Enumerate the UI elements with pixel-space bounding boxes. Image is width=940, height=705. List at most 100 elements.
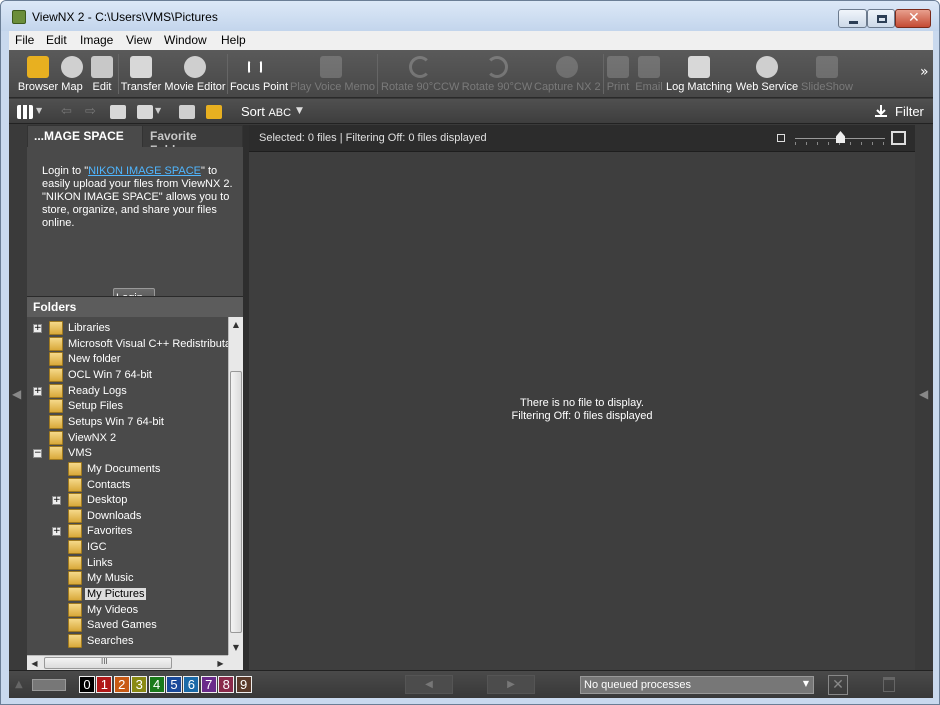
- queue-status: No queued processes: [584, 679, 692, 691]
- sort-button[interactable]: Sort ABC: [241, 104, 291, 119]
- expand-icon[interactable]: +: [52, 527, 61, 537]
- edit-button[interactable]: Edit: [88, 52, 116, 96]
- zoom-tick: [883, 142, 884, 145]
- grid-view-icon[interactable]: [17, 105, 33, 119]
- back-arrow-icon[interactable]: ⇦: [61, 104, 72, 119]
- capture-nx-icon: [556, 56, 578, 78]
- trash-icon[interactable]: [883, 677, 895, 692]
- maximize-button[interactable]: [867, 9, 895, 28]
- scroll-left-icon[interactable]: ◀: [27, 656, 42, 671]
- tree-item-label: OCL Win 7 64-bit: [68, 368, 152, 381]
- capture-nx2-button[interactable]: Capture NX 2: [534, 52, 601, 96]
- tree-vertical-scrollbar[interactable]: ▲ ▼: [228, 317, 243, 655]
- rating-filter-0[interactable]: 0: [79, 676, 95, 693]
- minimize-button[interactable]: [838, 9, 867, 28]
- folder-icon: [68, 461, 82, 476]
- expand-icon[interactable]: +: [33, 386, 42, 396]
- filter-button[interactable]: Filter: [895, 104, 924, 119]
- edit-icon: [91, 56, 113, 78]
- tree-item-label: Setup Files: [68, 400, 124, 413]
- menu-file[interactable]: File: [15, 33, 34, 47]
- view-dropdown-icon[interactable]: ▼: [36, 106, 42, 115]
- menu-image[interactable]: Image: [80, 33, 113, 47]
- expand-icon[interactable]: +: [52, 496, 61, 506]
- tree-item-label: Favorites: [87, 525, 133, 538]
- small-thumbnail-icon[interactable]: [777, 134, 785, 142]
- rating-filter-1[interactable]: 1: [96, 676, 113, 693]
- tab-favorite-folders[interactable]: Favorite Folders: [143, 126, 242, 157]
- cancel-queue-button[interactable]: ✕: [828, 675, 848, 695]
- envelope-icon: [638, 56, 660, 78]
- log-matching-button[interactable]: Log Matching: [666, 52, 732, 96]
- rating-filter-4[interactable]: 4: [148, 676, 165, 693]
- nikon-image-space-link[interactable]: NIKON IMAGE SPACE: [88, 165, 201, 177]
- globe-icon: [756, 56, 778, 78]
- print-button[interactable]: Print: [605, 52, 631, 96]
- image-space-login-box: Login to "NIKON IMAGE SPACE" to easily u…: [27, 147, 243, 308]
- scroll-down-icon[interactable]: ▼: [229, 640, 243, 655]
- rating-filter-2[interactable]: 2: [113, 676, 130, 693]
- tree-item-label: Saved Games: [87, 619, 157, 632]
- rating-filter-8[interactable]: 8: [218, 676, 235, 693]
- menu-view[interactable]: View: [126, 33, 152, 47]
- menu-window[interactable]: Window: [164, 33, 207, 47]
- navigation-panel: ...MAGE SPACE Favorite Folders Login to …: [27, 125, 243, 670]
- zoom-slider-thumb[interactable]: [836, 131, 845, 143]
- scroll-right-icon[interactable]: ▶: [213, 656, 228, 671]
- expand-up-icon[interactable]: ▲: [15, 679, 23, 690]
- scroll-thumb[interactable]: [230, 371, 242, 633]
- rating-filter-9[interactable]: 9: [235, 676, 252, 693]
- sort-dropdown-icon[interactable]: ▼: [296, 106, 303, 116]
- right-panel-toggle[interactable]: ◀: [915, 125, 933, 670]
- toolbar-overflow-button[interactable]: »: [920, 64, 929, 80]
- forward-arrow-icon[interactable]: ⇨: [85, 104, 96, 119]
- folder-icon: [68, 540, 82, 555]
- scroll-up-icon[interactable]: ▲: [229, 317, 243, 332]
- close-button[interactable]: ✕: [895, 9, 931, 28]
- transfer-button[interactable]: Transfer: [120, 52, 162, 96]
- folder-dropdown-icon[interactable]: ▼: [155, 106, 161, 115]
- menu-edit[interactable]: Edit: [46, 33, 67, 47]
- tree-item-label: IGC: [87, 541, 107, 554]
- email-button[interactable]: Email: [633, 52, 665, 96]
- collapse-icon[interactable]: −: [33, 449, 42, 459]
- scroll-thumb[interactable]: III: [44, 657, 172, 669]
- tree-horizontal-scrollbar[interactable]: ◀ III ▶: [27, 655, 228, 670]
- filmstrip-toggle[interactable]: [32, 679, 66, 691]
- browser-button[interactable]: Browser: [13, 52, 63, 96]
- log-matching-label: Log Matching: [666, 81, 733, 93]
- large-thumbnail-icon[interactable]: [891, 131, 906, 145]
- secondary-toolbar: ▼ ⇦ ⇨ ▼ Sort ABC ▼ Filter: [9, 99, 933, 124]
- up-folder-icon[interactable]: [110, 105, 126, 119]
- queue-dropdown[interactable]: No queued processes ▼: [580, 676, 814, 694]
- tab-image-space[interactable]: ...MAGE SPACE: [28, 126, 142, 147]
- zoom-tick: [861, 142, 862, 145]
- slideshow-button[interactable]: SlideShow: [801, 52, 853, 96]
- movie-editor-button[interactable]: Movie Editor: [164, 52, 226, 96]
- window-stack-icon[interactable]: [179, 105, 195, 119]
- previous-button[interactable]: ◀: [405, 675, 453, 694]
- web-service-label: Web Service: [735, 81, 799, 93]
- menu-help[interactable]: Help: [221, 33, 246, 47]
- close-icon: ✕: [908, 10, 920, 26]
- folder-options-icon[interactable]: [137, 105, 153, 119]
- new-folder-icon[interactable]: [206, 105, 222, 119]
- map-button[interactable]: Map: [57, 52, 87, 96]
- play-voice-memo-button[interactable]: Play Voice Memo: [290, 52, 375, 96]
- web-service-button[interactable]: Web Service: [734, 52, 800, 96]
- rating-filter-3[interactable]: 3: [131, 676, 148, 693]
- rotate-ccw-button[interactable]: Rotate 90°CCW: [381, 52, 459, 96]
- map-icon: [61, 56, 83, 78]
- rating-filter-7[interactable]: 7: [200, 676, 217, 693]
- expand-icon[interactable]: +: [33, 324, 42, 333]
- app-icon: [12, 10, 26, 24]
- focus-point-button[interactable]: Focus Point: [229, 52, 289, 96]
- filter-icon[interactable]: [874, 104, 888, 118]
- next-button[interactable]: ▶: [487, 675, 535, 694]
- rating-filter-5[interactable]: 5: [166, 676, 182, 693]
- rotate-cw-button[interactable]: Rotate 90°CW: [461, 52, 533, 96]
- transfer-label: Transfer: [120, 81, 162, 93]
- rating-filter-6[interactable]: 6: [183, 676, 200, 693]
- focus-point-label: Focus Point: [229, 81, 289, 93]
- left-panel-toggle[interactable]: ◀: [9, 125, 27, 670]
